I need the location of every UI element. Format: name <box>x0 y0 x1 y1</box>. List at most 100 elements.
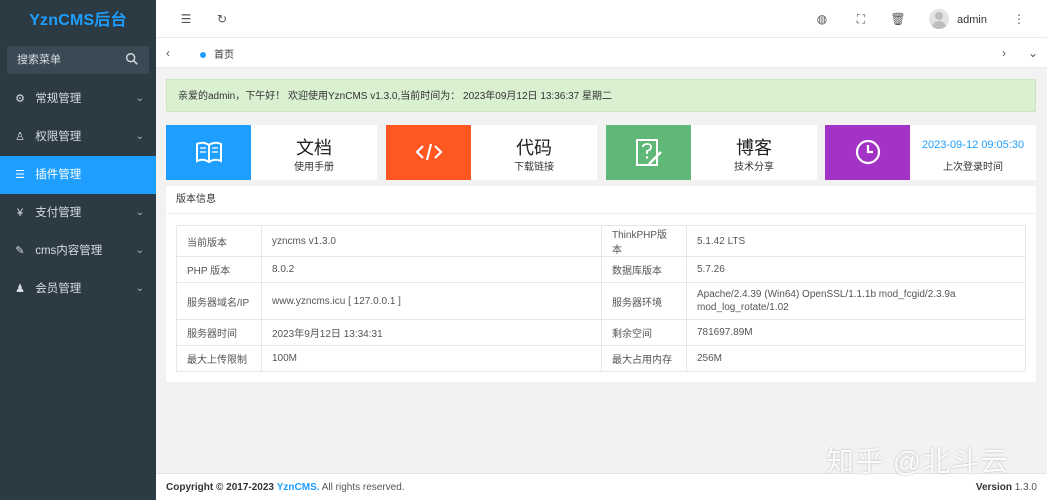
version-panel: 版本信息 当前版本 yzncms v1.3.0 ThinkPHP版本 5.1.4… <box>166 186 1036 382</box>
welcome-notice: 亲爱的admin，下午好！ 欢迎使用YznCMS v1.3.0,当前时间为： 2… <box>166 79 1036 112</box>
tab-home-label: 首页 <box>214 50 234 61</box>
active-dot <box>200 52 206 59</box>
chevron-down-icon: ⌄ <box>135 283 144 294</box>
table-cell-value: 100M <box>261 345 602 372</box>
table-cell-key: 服务器环境 <box>601 282 687 320</box>
table-cell-value: yzncms v1.3.0 <box>261 225 602 257</box>
card-subtitle: 下载链接 <box>514 162 554 173</box>
card-blog[interactable]: 博客 技术分享 <box>606 125 817 180</box>
chevron-down-icon[interactable]: ⌄ <box>1028 46 1038 60</box>
sidebar-item-label: 插件管理 <box>35 169 82 181</box>
version-number: 1.3.0 <box>1014 482 1037 493</box>
card-icon-bg <box>166 125 251 180</box>
sidebar-menu: ⚙ 常规管理 ⌄ ♙ 权限管理 ⌄ ☰ 插件管理 ¥ 支付管理 ⌄ ✎ cms内… <box>0 80 156 308</box>
table-row: 当前版本 yzncms v1.3.0 ThinkPHP版本 5.1.42 LTS <box>176 225 1026 257</box>
chevron-down-icon: ⌄ <box>135 93 144 104</box>
table-cell-value: www.yzncms.icu [ 127.0.0.1 ] <box>261 282 602 320</box>
menu-fold-icon[interactable]: ☰ <box>178 11 194 27</box>
last-login-time: 2023-09-12 09:05:30 <box>921 139 1025 151</box>
card-icon-bg <box>606 125 691 180</box>
trash-icon[interactable]: 🗑 <box>890 11 906 27</box>
fullscreen-icon[interactable]: ⛶ <box>853 11 869 27</box>
version-table: 当前版本 yzncms v1.3.0 ThinkPHP版本 5.1.42 LTS… <box>176 225 1026 372</box>
panel-title: 版本信息 <box>166 186 1036 214</box>
avatar[interactable] <box>929 9 950 29</box>
sidebar-item-general[interactable]: ⚙ 常规管理 ⌄ <box>0 80 156 118</box>
edit-note-icon <box>636 139 662 166</box>
sidebar-item-plugins[interactable]: ☰ 插件管理 <box>0 156 156 194</box>
card-subtitle: 使用手册 <box>294 162 334 173</box>
chevron-down-icon: ⌄ <box>135 207 144 218</box>
table-row: 服务器时间 2023年9月12日 13:34:31 剩余空间 781697.89… <box>176 319 1026 346</box>
tab-home[interactable]: 首页 <box>200 46 234 61</box>
table-cell-value: Apache/2.4.39 (Win64) OpenSSL/1.1.1b mod… <box>686 282 1026 320</box>
globe-icon[interactable]: ◍ <box>814 11 830 27</box>
table-row: 最大上传限制 100M 最大占用内存 256M <box>176 345 1026 372</box>
card-icon-bg <box>386 125 471 180</box>
version-label: Version <box>975 482 1012 493</box>
tab-prev-icon[interactable]: ‹ <box>166 46 170 60</box>
yen-icon: ¥ <box>16 207 24 219</box>
card-code[interactable]: 代码 下载链接 <box>386 125 597 180</box>
table-cell-key: PHP 版本 <box>176 256 262 283</box>
table-cell-key: ThinkPHP版本 <box>601 225 687 257</box>
chevron-down-icon: ⌄ <box>135 131 144 142</box>
card-icon-bg <box>825 125 910 180</box>
sidebar-item-payment[interactable]: ¥ 支付管理 ⌄ <box>0 194 156 232</box>
top-header: ☰ ↻ ◍ ⛶ 🗑 admin ⋮ <box>156 0 1047 38</box>
table-cell-key: 服务器域名/IP <box>176 282 262 320</box>
gear-icon: ⚙ <box>15 93 25 105</box>
edit-icon: ✎ <box>15 245 25 257</box>
refresh-icon[interactable]: ↻ <box>214 11 230 27</box>
user-menu[interactable]: admin <box>929 9 987 29</box>
user-key-icon: ♙ <box>15 131 25 143</box>
tab-bar: ‹ 首页 › ⌄ <box>156 38 1047 68</box>
card-subtitle: 上次登录时间 <box>943 162 1003 173</box>
card-subtitle: 技术分享 <box>734 162 774 173</box>
clock-icon <box>855 139 881 165</box>
more-vertical-icon[interactable]: ⋮ <box>1011 11 1027 27</box>
sidebar-item-label: 会员管理 <box>35 283 82 295</box>
brand-link[interactable]: YznCMS. <box>277 482 320 493</box>
sidebar-item-cms-content[interactable]: ✎ cms内容管理 ⌄ <box>0 232 156 270</box>
card-title: 文档 <box>296 138 332 158</box>
table-row: 服务器域名/IP www.yzncms.icu [ 127.0.0.1 ] 服务… <box>176 282 1026 320</box>
sidebar-item-label: cms内容管理 <box>35 245 103 257</box>
table-cell-key: 剩余空间 <box>601 319 687 346</box>
copyright: Copyright © 2017-2023 YznCMS. All rights… <box>166 474 405 500</box>
table-cell-value: 5.1.42 LTS <box>686 225 1026 257</box>
user-icon: ♟ <box>15 283 25 295</box>
table-cell-value: 781697.89M <box>686 319 1026 346</box>
book-icon <box>196 141 222 164</box>
table-cell-key: 数据库版本 <box>601 256 687 283</box>
table-cell-value: 256M <box>686 345 1026 372</box>
card-title: 博客 <box>736 138 772 158</box>
sidebar: YznCMS后台 搜索菜单 ⚙ 常规管理 ⌄ ♙ 权限管理 ⌄ ☰ 插件管理 ¥… <box>0 0 156 500</box>
sidebar-item-label: 支付管理 <box>35 207 82 219</box>
card-title: 代码 <box>516 138 552 158</box>
table-cell-key: 服务器时间 <box>176 319 262 346</box>
sidebar-item-permissions[interactable]: ♙ 权限管理 ⌄ <box>0 118 156 156</box>
menu-search-input[interactable]: 搜索菜单 <box>7 46 149 74</box>
sidebar-item-members[interactable]: ♟ 会员管理 ⌄ <box>0 270 156 308</box>
table-cell-key: 最大上传限制 <box>176 345 262 372</box>
rights-text: All rights reserved. <box>321 482 405 493</box>
chevron-down-icon: ⌄ <box>135 245 144 256</box>
table-row: PHP 版本 8.0.2 数据库版本 5.7.26 <box>176 256 1026 283</box>
menu-search-placeholder: 搜索菜单 <box>17 54 61 66</box>
table-cell-value: 2023年9月12日 13:34:31 <box>261 319 602 346</box>
sliders-icon: ☰ <box>15 169 25 181</box>
watermark: 知乎 @北斗云 <box>826 446 1010 477</box>
copyright-prefix: Copyright © 2017-2023 <box>166 482 274 493</box>
table-cell-key: 最大占用内存 <box>601 345 687 372</box>
username[interactable]: admin <box>957 14 987 26</box>
table-cell-value: 5.7.26 <box>686 256 1026 283</box>
sidebar-item-label: 权限管理 <box>35 131 82 143</box>
card-last-login[interactable]: 2023-09-12 09:05:30 上次登录时间 <box>825 125 1036 180</box>
tab-next-icon[interactable]: › <box>1002 46 1006 60</box>
search-icon[interactable] <box>125 52 139 66</box>
card-docs[interactable]: 文档 使用手册 <box>166 125 377 180</box>
sidebar-item-label: 常规管理 <box>35 93 82 105</box>
app-logo[interactable]: YznCMS后台 <box>0 0 156 42</box>
code-icon <box>415 143 443 161</box>
